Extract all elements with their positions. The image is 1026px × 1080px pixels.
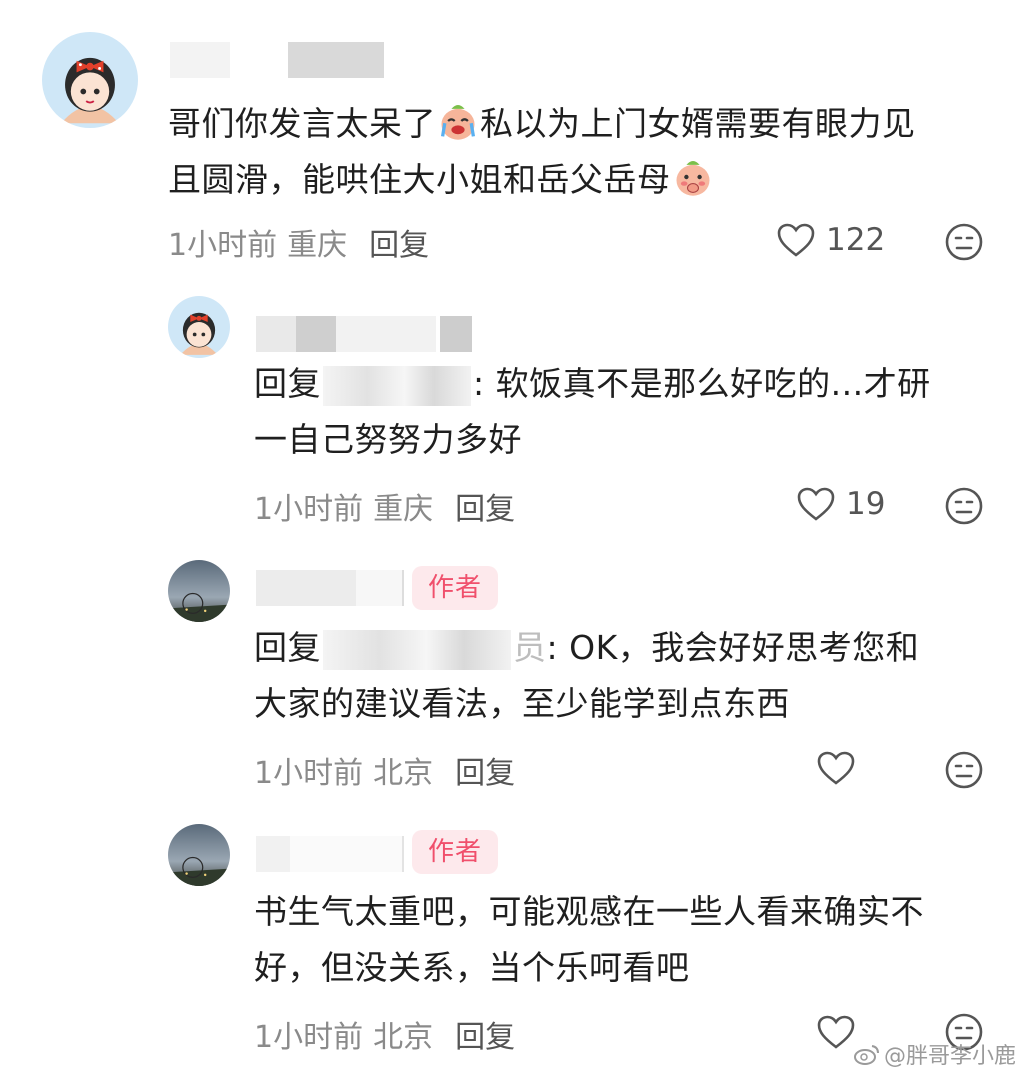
masked-username [323, 365, 471, 406]
location: 重庆 [287, 228, 348, 263]
heart-icon [797, 487, 835, 521]
comment-meta: 1小时前 重庆 回复 [254, 484, 515, 528]
location: 北京 [373, 756, 434, 791]
timestamp: 1小时前 [254, 1020, 364, 1055]
like-button[interactable] [816, 1014, 856, 1050]
heart-icon [817, 1015, 855, 1049]
timestamp: 1小时前 [254, 492, 364, 527]
comment-text: 回复 员: OK，我会好好思考您和 大家的建议看法，至少能学到点东西 [254, 628, 920, 723]
weibo-watermark: @胖哥李小鹿 [853, 1038, 1016, 1070]
dislike-face-icon[interactable] [944, 486, 984, 526]
reply-button[interactable]: 回复 [455, 492, 515, 527]
comment-text: 回复: 软饭真不是那么好吃的...才研 一自己努努力多好 [254, 364, 931, 459]
shy-emoji-icon [671, 155, 715, 199]
comment-text: 哥们你发言太呆了 私以为上门女婿需要有眼力见 且圆滑，能哄住大小姐和岳父岳母 [168, 96, 998, 208]
timestamp: 1小时前 [254, 756, 364, 791]
like-button[interactable]: 19 [796, 486, 885, 522]
avatar[interactable] [168, 296, 230, 358]
username-blurred[interactable] [256, 836, 404, 872]
like-count: 19 [846, 486, 886, 522]
reply-button[interactable]: 回复 [455, 1020, 515, 1055]
comment-text: 书生气太重吧，可能观感在一些人看来确实不 好，但没关系，当个乐呵看吧 [254, 892, 924, 987]
location: 重庆 [373, 492, 434, 527]
avatar[interactable] [42, 32, 138, 128]
avatar[interactable] [168, 560, 230, 622]
weibo-logo-icon [853, 1045, 879, 1065]
timestamp: 1小时前 [168, 228, 278, 263]
author-badge: 作者 [412, 566, 499, 610]
comment-meta: 1小时前 北京 回复 [254, 748, 515, 792]
username-blurred[interactable] [170, 42, 386, 78]
heart-icon [777, 223, 815, 257]
reply-button[interactable]: 回复 [455, 756, 515, 791]
comment-meta: 1小时前 重庆 回复 [168, 220, 429, 264]
username-blurred[interactable] [256, 316, 472, 352]
location: 北京 [373, 1020, 434, 1055]
like-button[interactable]: 122 [776, 222, 885, 258]
author-badge: 作者 [412, 830, 499, 874]
reply-button[interactable]: 回复 [369, 228, 429, 263]
dislike-face-icon[interactable] [944, 222, 984, 262]
dislike-face-icon[interactable] [944, 750, 984, 790]
avatar[interactable] [168, 824, 230, 886]
comment-meta: 1小时前 北京 回复 [254, 1012, 515, 1056]
like-count: 122 [826, 222, 886, 258]
crying-emoji-icon [436, 99, 480, 143]
masked-username [323, 629, 511, 670]
username-blurred[interactable] [256, 570, 404, 606]
heart-icon [817, 751, 855, 785]
like-button[interactable] [816, 750, 856, 786]
